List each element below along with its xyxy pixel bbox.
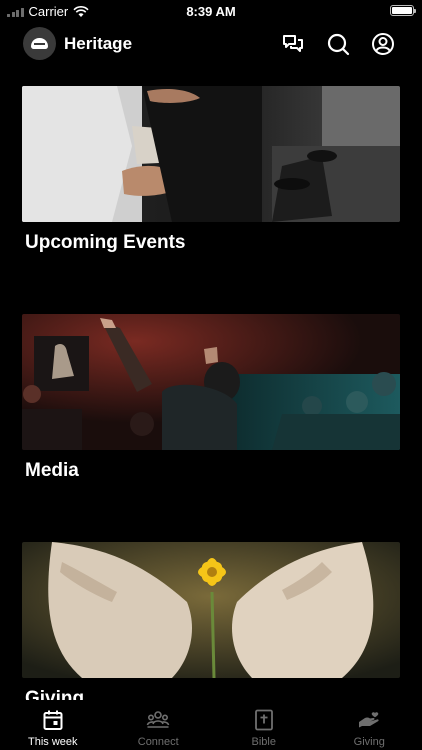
giving-card-viewport: Giving: [0, 542, 422, 700]
tab-connect[interactable]: Connect: [106, 700, 212, 750]
calendar-icon: [43, 710, 63, 730]
profile-icon[interactable]: [370, 31, 396, 57]
app-header: Heritage: [0, 25, 422, 63]
worship-hands-photo: [22, 86, 400, 222]
concert-crowd-photo: [22, 314, 400, 450]
tab-label: Bible: [251, 736, 276, 748]
tab-label: Giving: [353, 736, 385, 748]
tab-label: Connect: [137, 736, 179, 748]
card-title: Media: [25, 460, 79, 481]
tab-this-week[interactable]: This week: [0, 700, 106, 750]
group-icon: [146, 711, 170, 728]
chat-icon[interactable]: [280, 31, 306, 57]
search-icon[interactable]: [325, 31, 351, 57]
card-title: Giving: [25, 688, 85, 700]
tab-label: This week: [27, 736, 78, 748]
battery-icon: [390, 5, 416, 16]
tab-giving[interactable]: Giving: [317, 700, 422, 750]
giving-card[interactable]: Giving: [22, 542, 400, 700]
church-logo[interactable]: [23, 27, 56, 60]
logo-mark: [31, 38, 48, 49]
status-bar: Carrier 8:39 AM: [0, 0, 422, 22]
app-title: Heritage: [64, 34, 133, 53]
giving-hand-icon: [359, 712, 379, 728]
tab-bar: This week Connect Bible Giving: [0, 700, 422, 750]
upcoming-events-card[interactable]: Upcoming Events: [22, 86, 400, 253]
tab-bible[interactable]: Bible: [211, 700, 317, 750]
card-title: Upcoming Events: [25, 232, 186, 253]
media-card[interactable]: Media: [22, 314, 400, 481]
bible-icon: [254, 709, 273, 731]
status-time: 8:39 AM: [186, 4, 236, 19]
hands-flower-photo: [22, 542, 400, 678]
